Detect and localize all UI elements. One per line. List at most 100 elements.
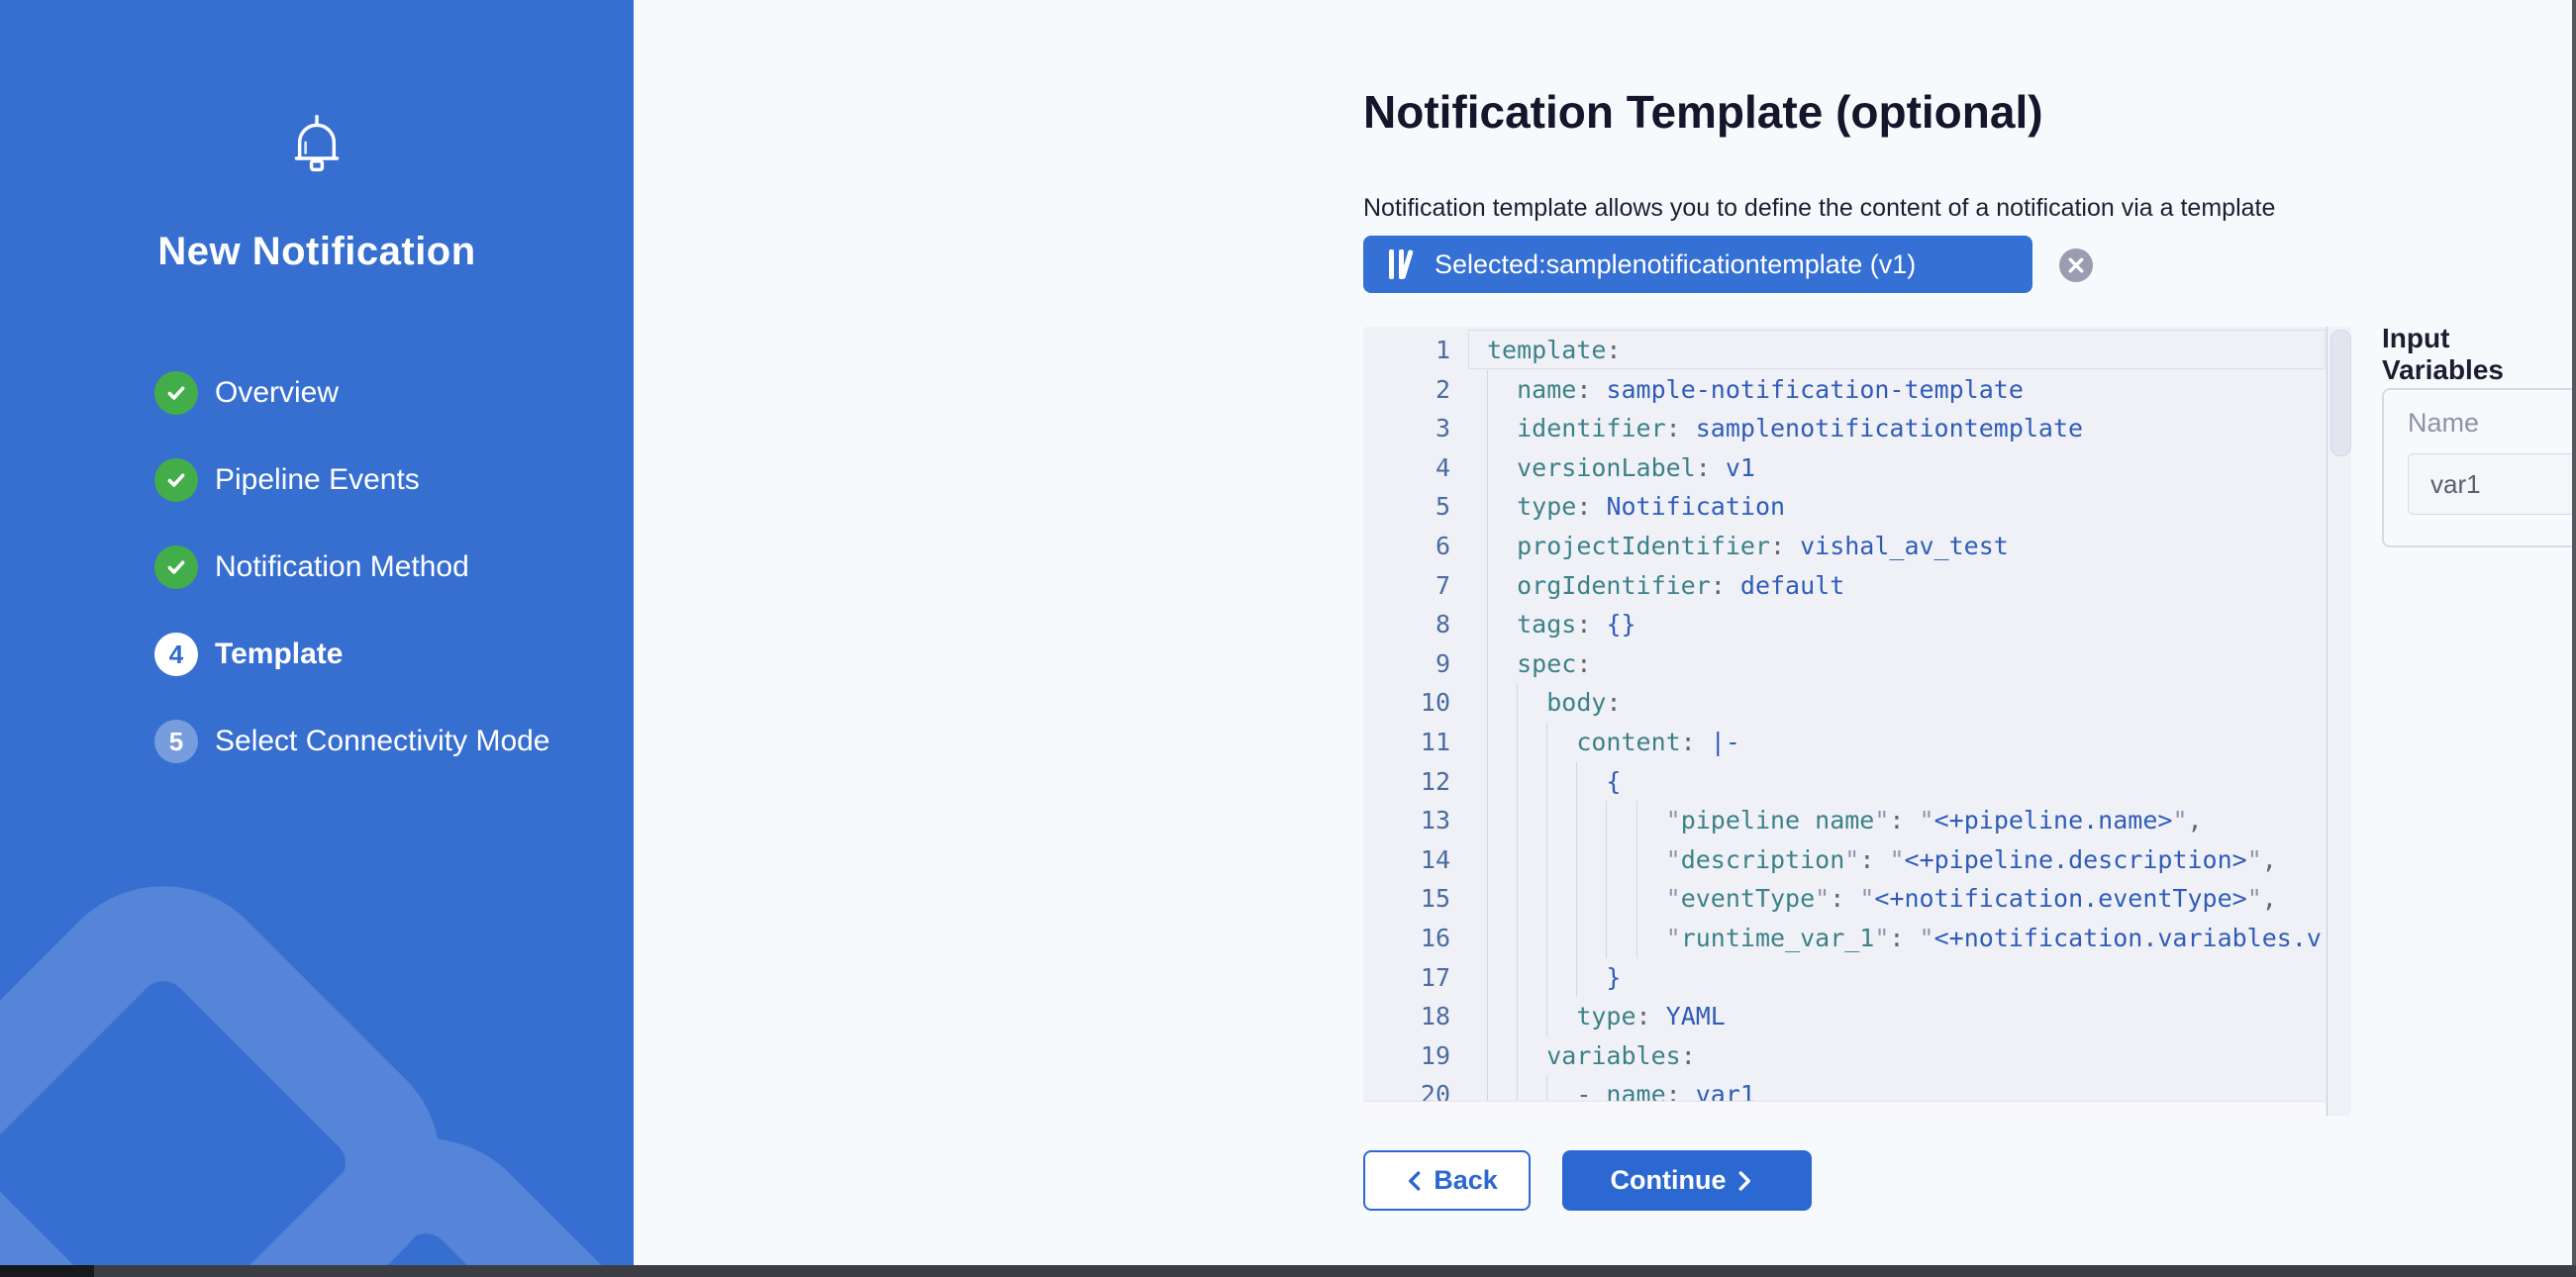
template-stack-icon (1387, 248, 1421, 280)
code-line: 1template: (1363, 331, 2351, 370)
code-line: 11 content: |- (1363, 723, 2351, 762)
line-text: type: YAML (1468, 997, 2326, 1036)
code-line: 15 "eventType": "<+notification.eventTyp… (1363, 879, 2351, 919)
code-line: 10 body: (1363, 683, 2351, 723)
step-label: Template (215, 638, 343, 671)
continue-button[interactable]: Continue (1562, 1150, 1812, 1211)
code-line: 14 "description": "<+pipeline.descriptio… (1363, 840, 2351, 880)
code-line: 8 tags: {} (1363, 605, 2351, 644)
line-text: body: (1468, 683, 2326, 723)
line-text: "pipeline name": "<+pipeline.name>", (1468, 801, 2326, 840)
step-label: Notification Method (215, 550, 469, 584)
line-text: type: Notification (1468, 487, 2326, 527)
continue-button-label: Continue (1611, 1165, 1727, 1196)
code-line: 9 spec: (1363, 644, 2351, 684)
step-number-badge: 4 (154, 633, 198, 676)
line-number: 12 (1363, 762, 1468, 802)
step-label: Pipeline Events (215, 463, 420, 497)
line-text: { (1468, 762, 2326, 802)
yaml-editor[interactable]: 1template:2 name: sample-notification-te… (1363, 327, 2351, 1116)
vertical-scrollbar[interactable] (2330, 330, 2351, 456)
wizard-steps: Overview Pipeline Events Notification Meth… (154, 371, 550, 807)
line-text: tags: {} (1468, 605, 2326, 644)
horizontal-scrollbar[interactable] (1363, 1101, 2326, 1116)
line-number: 18 (1363, 997, 1468, 1036)
sidebar-step-select-connectivity-mode[interactable]: 5 Select Connectivity Mode (154, 720, 550, 763)
sidebar-step-pipeline-events[interactable]: Pipeline Events (154, 458, 550, 502)
line-number: 9 (1363, 644, 1468, 684)
line-number: 10 (1363, 683, 1468, 723)
wizard-title: New Notification (0, 230, 634, 274)
sidebar-step-template[interactable]: 4 Template (154, 633, 550, 676)
line-number: 6 (1363, 527, 1468, 566)
check-icon (154, 458, 198, 502)
back-button[interactable]: Back (1363, 1150, 1531, 1211)
line-text: name: sample-notification-template (1468, 370, 2326, 410)
line-number: 1 (1363, 331, 1468, 370)
line-number: 11 (1363, 723, 1468, 762)
line-number: 17 (1363, 958, 1468, 998)
sidebar-step-notification-method[interactable]: Notification Method (154, 545, 550, 589)
code-line: 3 identifier: samplenotificationtemplate (1363, 409, 2351, 448)
code-line: 2 name: sample-notification-template (1363, 370, 2351, 410)
line-text: spec: (1468, 644, 2326, 684)
variable-name-input[interactable] (2408, 453, 2576, 515)
code-line: 16 "runtime_var_1": "<+notification.vari… (1363, 919, 2351, 958)
code-line: 18 type: YAML (1363, 997, 2351, 1036)
line-number: 5 (1363, 487, 1468, 527)
dialog-content: Notification Template (optional) Notific… (634, 0, 2576, 1277)
selected-template-chip[interactable]: Selected:samplenotificationtemplate (v1) (1363, 236, 2032, 293)
back-button-label: Back (1434, 1165, 1498, 1196)
line-text: "description": "<+pipeline.description>"… (1468, 840, 2326, 880)
step-label: Overview (215, 376, 339, 410)
window-right-edge (2572, 0, 2576, 1265)
input-variables-heading: Input Variables (2382, 323, 2576, 386)
line-text: content: |- (1468, 723, 2326, 762)
line-number: 4 (1363, 448, 1468, 488)
selected-template-label: Selected:samplenotificationtemplate (v1) (1435, 249, 1916, 280)
code-line: 5 type: Notification (1363, 487, 2351, 527)
window-bottom-bar (0, 1265, 2576, 1277)
line-text: identifier: samplenotificationtemplate (1468, 409, 2326, 448)
chevron-right-icon (1735, 1170, 1753, 1192)
line-number: 19 (1363, 1036, 1468, 1076)
input-variables-panel: Name Value (2382, 388, 2576, 547)
code-line: 4 versionLabel: v1 (1363, 448, 2351, 488)
line-number: 16 (1363, 919, 1468, 958)
line-number: 8 (1363, 605, 1468, 644)
line-text: } (1468, 958, 2326, 998)
code-line: 6 projectIdentifier: vishal_av_test (1363, 527, 2351, 566)
code-line: 13 "pipeline name": "<+pipeline.name>", (1363, 801, 2351, 840)
check-icon (154, 545, 198, 589)
line-text: versionLabel: v1 (1468, 448, 2326, 488)
line-text: orgIdentifier: default (1468, 566, 2326, 606)
line-number: 15 (1363, 879, 1468, 919)
page-title: Notification Template (optional) (1363, 85, 2043, 139)
step-number-badge: 5 (154, 720, 198, 763)
page-description: Notification template allows you to defi… (1363, 194, 2275, 223)
code-line: 19 variables: (1363, 1036, 2351, 1076)
line-number: 14 (1363, 840, 1468, 880)
remove-template-button[interactable] (2059, 248, 2093, 282)
line-text: variables: (1468, 1036, 2326, 1076)
line-number: 2 (1363, 370, 1468, 410)
line-number: 7 (1363, 566, 1468, 606)
name-column-header: Name (2408, 408, 2479, 439)
sidebar-step-overview[interactable]: Overview (154, 371, 550, 415)
editor-divider (2327, 327, 2328, 1116)
code-line: 12 { (1363, 762, 2351, 802)
line-number: 3 (1363, 409, 1468, 448)
line-text: template: (1468, 331, 2326, 370)
check-icon (154, 371, 198, 415)
code-line: 7 orgIdentifier: default (1363, 566, 2351, 606)
variable-row (2408, 453, 2576, 515)
line-text: "eventType": "<+notification.eventType>"… (1468, 879, 2326, 919)
step-label: Select Connectivity Mode (215, 725, 550, 758)
bell-icon (0, 107, 634, 189)
line-text: "runtime_var_1": "<+notification.variabl… (1468, 919, 2326, 958)
line-number: 13 (1363, 801, 1468, 840)
chevron-left-icon (1406, 1170, 1424, 1192)
line-text: projectIdentifier: vishal_av_test (1468, 527, 2326, 566)
wizard-sidebar: New Notification Overview Pipeline Events… (0, 0, 634, 1277)
code-line: 17 } (1363, 958, 2351, 998)
